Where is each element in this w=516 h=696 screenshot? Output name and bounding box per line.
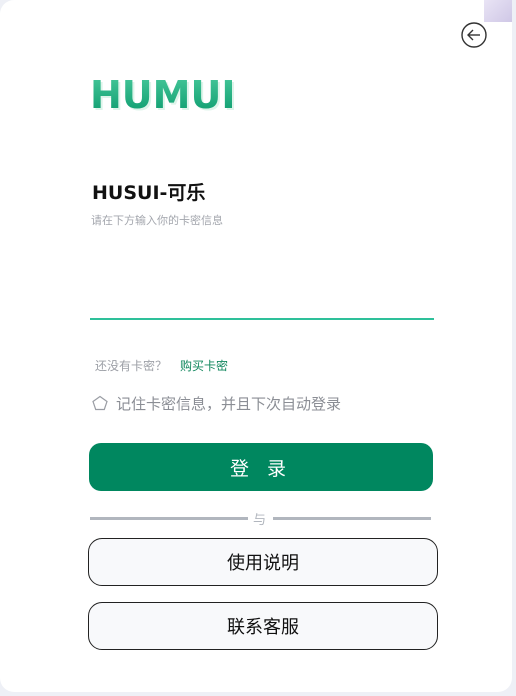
divider-line-right <box>273 517 431 520</box>
contact-support-button[interactable]: 联系客服 <box>88 602 438 650</box>
remember-checkbox[interactable]: 记住卡密信息，并且下次自动登录 <box>92 393 341 413</box>
login-card: HUMUI HUMUI HUSUI-可乐 请在下方输入你的卡密信息 还没有卡密？… <box>0 0 512 692</box>
window-corner <box>484 0 512 22</box>
humui-logo: HUMUI HUMUI <box>88 70 237 120</box>
page-title: HUSUI-可乐 <box>92 182 206 204</box>
help-button[interactable]: 使用说明 <box>88 538 438 586</box>
pentagon-outline-icon <box>92 395 108 411</box>
arrow-left-circle-icon <box>461 22 487 48</box>
remember-label: 记住卡密信息，并且下次自动登录 <box>116 394 342 413</box>
divider-line-left <box>90 517 248 520</box>
card-key-input[interactable] <box>90 290 434 320</box>
buy-card-link[interactable]: 购买卡密 <box>180 357 228 374</box>
divider-text: 与 <box>253 513 267 528</box>
back-button[interactable] <box>461 22 487 48</box>
login-button[interactable]: 登 录 <box>89 443 433 491</box>
no-card-text: 还没有卡密？ <box>95 359 168 373</box>
page-subtitle: 请在下方输入你的卡密信息 <box>91 214 223 227</box>
svg-text:HUMUI: HUMUI <box>90 73 235 117</box>
